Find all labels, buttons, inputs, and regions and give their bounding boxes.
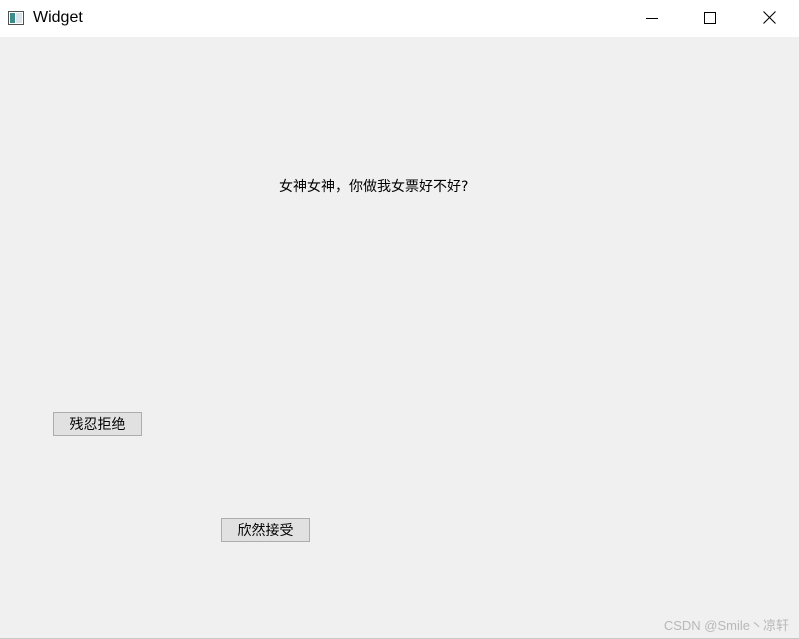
widget-content: 女神女神，你做我女票好不好? 残忍拒绝 欣然接受 CSDN @Smile丶凉轩 [0,37,799,638]
watermark: CSDN @Smile丶凉轩 [663,618,789,633]
close-button[interactable] [740,0,798,37]
title-bar[interactable]: Widget [0,0,799,37]
app-icon [8,10,24,25]
close-icon [762,9,776,28]
minimize-icon [646,9,658,28]
maximize-button[interactable] [681,0,739,37]
window-title: Widget [33,9,83,26]
accept-button[interactable]: 欣然接受 [221,518,310,542]
question-label: 女神女神，你做我女票好不好? [279,179,469,195]
minimize-button[interactable] [623,0,681,37]
reject-button[interactable]: 残忍拒绝 [53,412,142,436]
maximize-icon [704,9,716,28]
widget-window: Widget 女神女神，你做我女票好不好? 残忍拒绝 欣然接受 CSDN @Sm… [0,0,799,639]
